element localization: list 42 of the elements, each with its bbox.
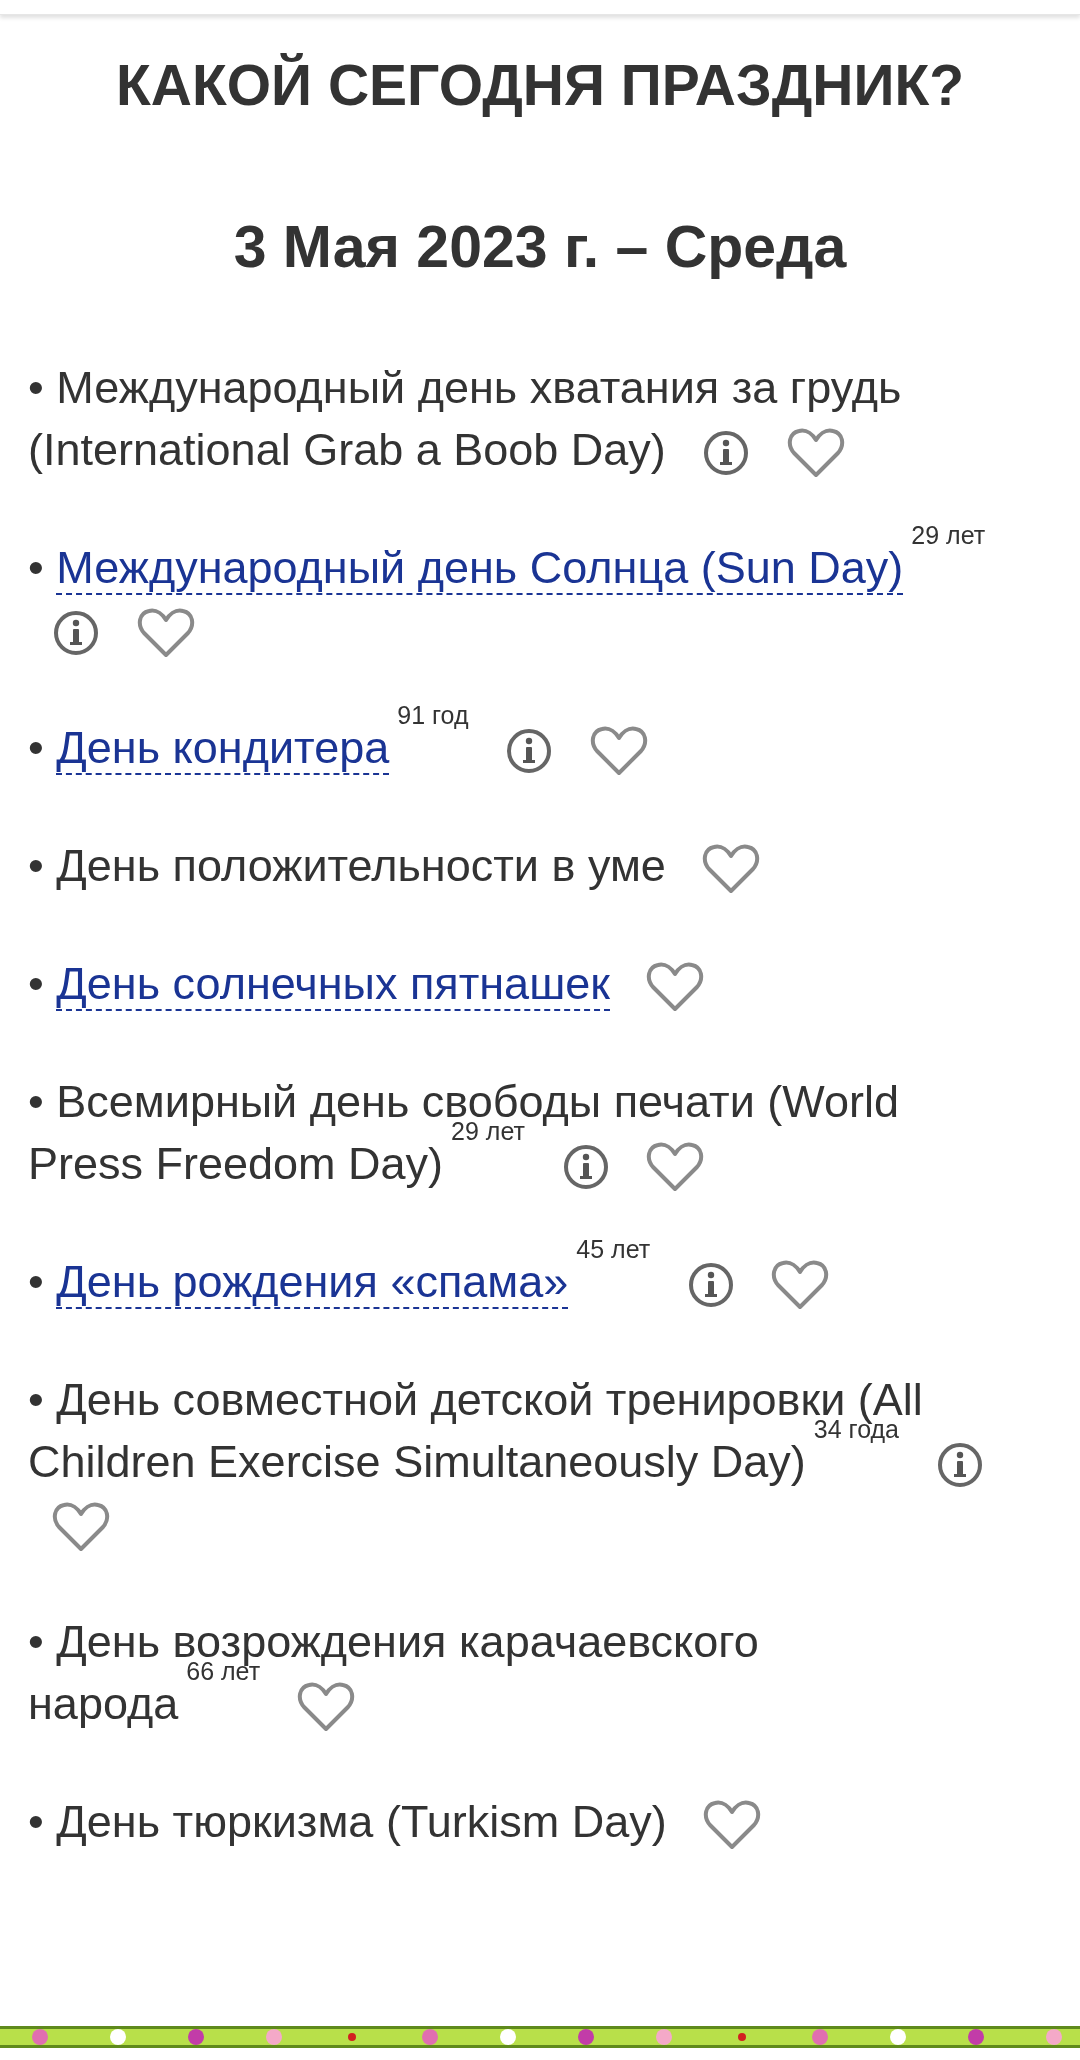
bullet: • bbox=[28, 1796, 44, 1847]
date-heading: 3 Мая 2023 г. – Среда bbox=[233, 215, 847, 279]
holiday-text: День положительности в уме bbox=[56, 840, 666, 891]
info-icon[interactable] bbox=[52, 609, 100, 658]
holiday-link[interactable]: Международный день Солнца (Sun Day) bbox=[56, 542, 904, 595]
heart-icon[interactable] bbox=[52, 1501, 110, 1554]
bullet: • bbox=[28, 722, 44, 773]
holiday-text: Press Freedom Day) bbox=[28, 1138, 444, 1189]
info-icon[interactable] bbox=[561, 1143, 610, 1192]
bullet: • bbox=[28, 1076, 44, 1127]
bullet: • bbox=[28, 362, 44, 413]
heart-icon[interactable] bbox=[646, 961, 705, 1014]
holiday-text: День тюркизма (Turkism Day) bbox=[56, 1796, 667, 1847]
heart-icon[interactable] bbox=[703, 1799, 762, 1852]
age-label: 45 лет bbox=[576, 1235, 651, 1263]
heart-icon[interactable] bbox=[646, 1141, 704, 1194]
heart-icon[interactable] bbox=[136, 607, 195, 660]
age-label: 91 год bbox=[397, 701, 469, 729]
holiday-link[interactable]: День кондитера bbox=[56, 722, 390, 775]
page-title: КАКОЙ СЕГОДНЯ ПРАЗДНИК? bbox=[116, 53, 964, 117]
holiday-link[interactable]: День рождения «спама» bbox=[56, 1256, 569, 1309]
bullet: • bbox=[28, 1256, 44, 1307]
holiday-text: народа bbox=[28, 1678, 179, 1729]
info-icon[interactable] bbox=[505, 727, 553, 776]
heart-icon[interactable] bbox=[702, 843, 761, 896]
bullet: • bbox=[28, 1616, 44, 1667]
age-label: 29 лет bbox=[911, 521, 986, 549]
heart-icon[interactable] bbox=[771, 1259, 830, 1312]
bullet: • bbox=[28, 542, 44, 593]
bullet: • bbox=[28, 840, 44, 891]
holiday-text: (International Grab a Boob Day) bbox=[28, 424, 666, 475]
holiday-link[interactable]: День солнечных пятнашек bbox=[56, 958, 610, 1011]
bullet: • bbox=[28, 1374, 44, 1425]
holiday-text: Международный день хватания за грудь bbox=[56, 362, 902, 413]
heart-icon[interactable] bbox=[786, 427, 845, 480]
info-icon[interactable] bbox=[686, 1261, 735, 1310]
info-icon[interactable] bbox=[935, 1441, 984, 1490]
holiday-text: Children Exercise Simultaneously Day) bbox=[28, 1436, 806, 1487]
heart-icon[interactable] bbox=[296, 1681, 355, 1734]
heart-icon[interactable] bbox=[589, 725, 648, 778]
bullet: • bbox=[28, 958, 44, 1009]
info-icon[interactable] bbox=[702, 429, 751, 478]
